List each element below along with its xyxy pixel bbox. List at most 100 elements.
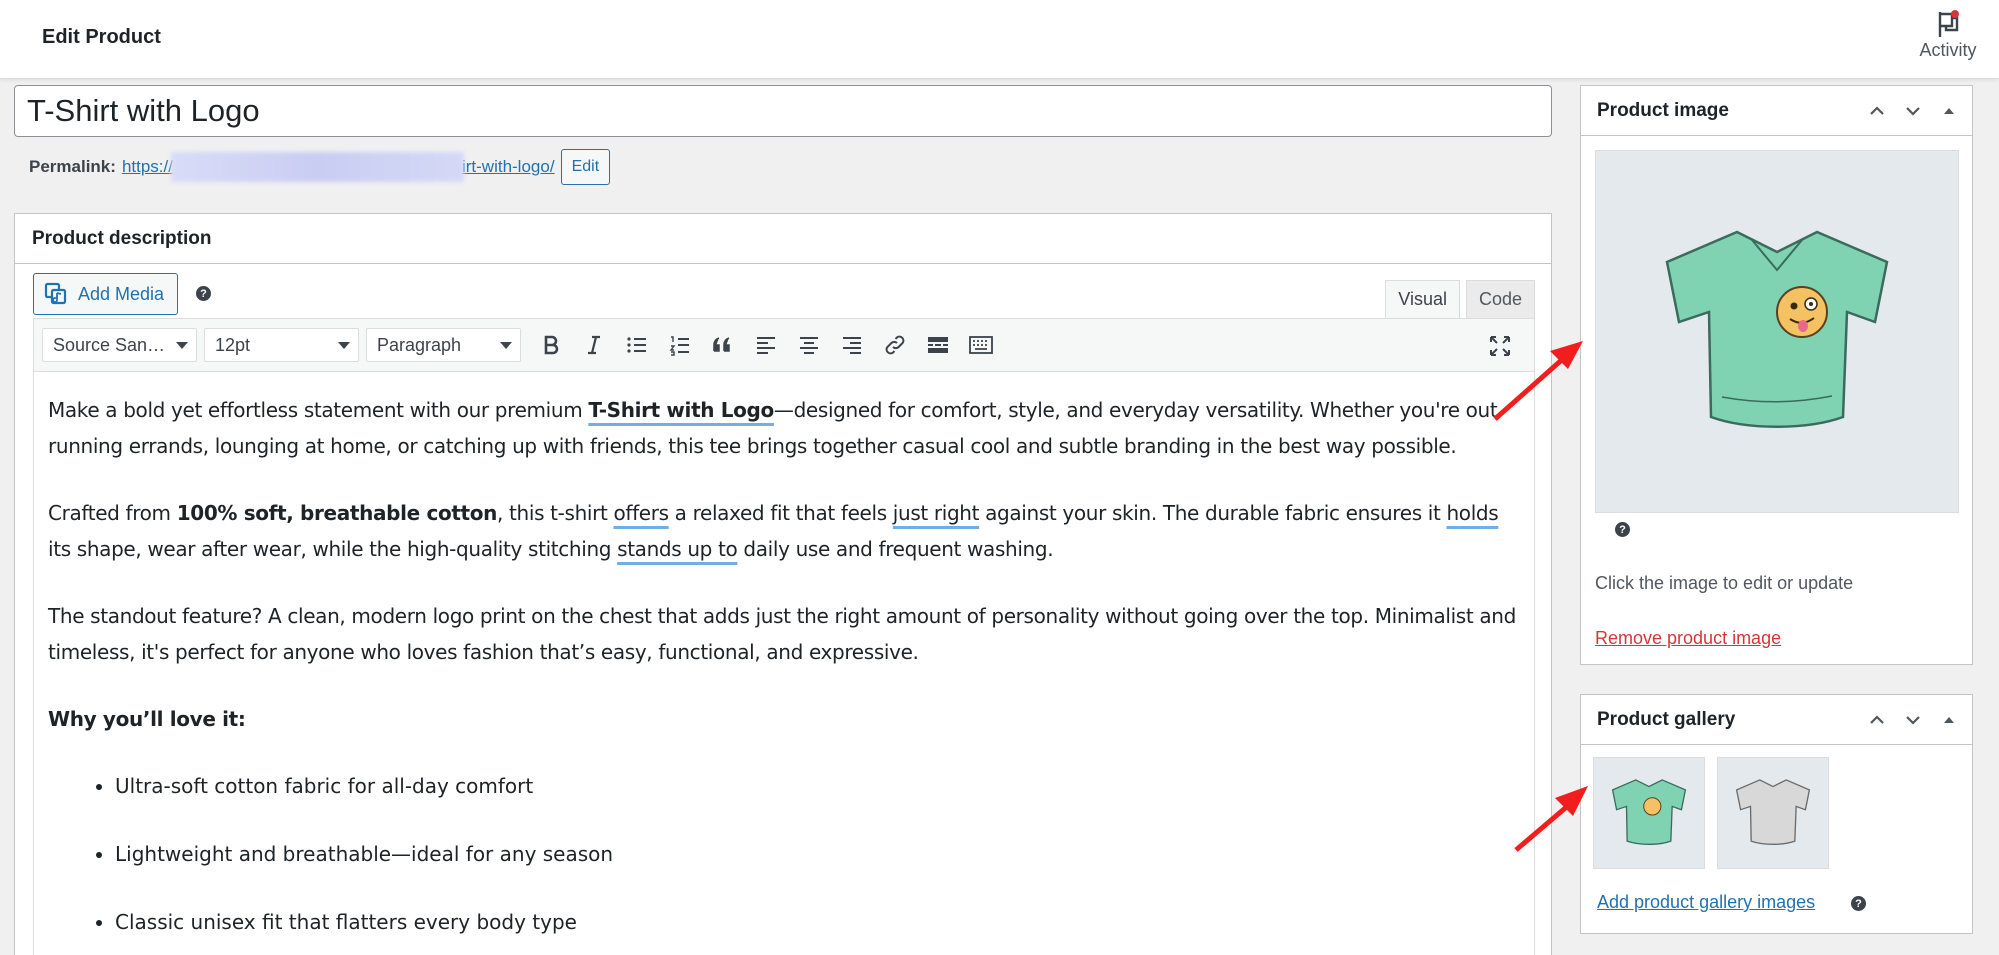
text: Crafted from bbox=[48, 501, 177, 525]
editor-tabs: Visual Code bbox=[1385, 280, 1535, 318]
list-item: Ultra-soft cotton fabric for all-day com… bbox=[115, 768, 1520, 804]
text: against your skin. The durable fabric en… bbox=[979, 501, 1447, 525]
chevron-down-icon bbox=[500, 342, 512, 349]
gallery-thumbnail[interactable] bbox=[1593, 757, 1705, 869]
add-media-button[interactable]: Add Media bbox=[33, 273, 179, 315]
numbered-list-icon bbox=[669, 336, 689, 356]
tab-code[interactable]: Code bbox=[1465, 280, 1535, 318]
bold-button[interactable] bbox=[531, 325, 571, 365]
toggle-panel-button[interactable] bbox=[1936, 98, 1962, 124]
font-family-select[interactable]: Source San… bbox=[42, 328, 197, 362]
tshirt-logo-image bbox=[1665, 230, 1889, 428]
link-icon bbox=[885, 335, 905, 355]
move-up-button[interactable] bbox=[1864, 707, 1890, 733]
triangle-up-icon bbox=[1944, 717, 1954, 723]
spellcheck-word: holds bbox=[1446, 501, 1499, 525]
paragraph-3: The standout feature? A clean, modern lo… bbox=[48, 604, 1516, 664]
font-family-value: Source San… bbox=[53, 334, 166, 355]
add-gallery-images-link[interactable]: Add product gallery images bbox=[1597, 892, 1815, 913]
description-heading: Product description bbox=[15, 214, 1551, 264]
permalink-label: Permalink: bbox=[29, 157, 116, 176]
paragraph-1: Make a bold yet effortless statement wit… bbox=[48, 392, 1520, 464]
font-size-value: 12pt bbox=[215, 334, 251, 355]
list-item: Lightweight and breathable—ideal for any… bbox=[115, 836, 1520, 872]
editor-toolbar: Source San… 12pt Paragraph bbox=[33, 318, 1535, 372]
italic-icon bbox=[588, 335, 600, 355]
bold-text: 100% soft, breathable cotton bbox=[176, 501, 498, 525]
gallery-thumbnail[interactable] bbox=[1717, 757, 1829, 869]
bold-text: T-Shirt with Logo bbox=[588, 398, 774, 422]
product-gallery-heading: Product gallery bbox=[1581, 695, 1972, 745]
chevron-down-icon bbox=[176, 342, 188, 349]
bold-icon bbox=[544, 335, 559, 355]
top-header: Edit Product Activity bbox=[0, 0, 1999, 79]
heading-text: Product image bbox=[1597, 100, 1729, 121]
move-down-button[interactable] bbox=[1900, 707, 1926, 733]
keyboard-icon bbox=[969, 336, 993, 354]
tshirt-logo-image bbox=[1611, 779, 1687, 846]
align-center-icon bbox=[800, 337, 818, 354]
activity-button[interactable]: Activity bbox=[1913, 10, 1983, 70]
why-heading: Why you’ll love it: bbox=[48, 707, 246, 731]
flag-icon bbox=[1935, 10, 1961, 38]
media-icon bbox=[44, 282, 67, 305]
align-left-button[interactable] bbox=[746, 325, 786, 365]
insert-link-button[interactable] bbox=[875, 325, 915, 365]
product-image-heading: Product image bbox=[1581, 86, 1972, 136]
product-gallery-box: Product gallery Add product gallery imag… bbox=[1580, 694, 1973, 934]
font-size-select[interactable]: 12pt bbox=[204, 328, 359, 362]
align-center-button[interactable] bbox=[789, 325, 829, 365]
activity-label: Activity bbox=[1919, 40, 1977, 60]
chevron-up-icon bbox=[1870, 106, 1884, 115]
bulleted-list-icon bbox=[627, 337, 646, 353]
remove-product-image-link[interactable]: Remove product image bbox=[1595, 628, 1781, 649]
align-left-icon bbox=[757, 337, 775, 354]
chevron-down-icon bbox=[338, 342, 350, 349]
tab-visual[interactable]: Visual bbox=[1385, 280, 1460, 318]
permalink-redacted bbox=[170, 152, 464, 182]
page-title: Edit Product bbox=[42, 26, 161, 48]
feature-list: Ultra-soft cotton fabric for all-day com… bbox=[115, 768, 1520, 940]
permalink-url-start: https:// bbox=[121, 157, 173, 176]
product-image-box: Product image ? Click the image to edit … bbox=[1580, 85, 1973, 665]
fullscreen-icon bbox=[1490, 336, 1510, 356]
add-media-label: Add Media bbox=[78, 283, 165, 304]
product-image[interactable] bbox=[1595, 150, 1959, 513]
permalink-row: Permalink: https:// irt-with-logo/ Edit bbox=[29, 149, 611, 185]
permalink-link[interactable]: https:// irt-with-logo/ bbox=[122, 152, 555, 182]
box-controls bbox=[1864, 98, 1962, 124]
text: a relaxed fit that feels bbox=[668, 501, 893, 525]
text: Make a bold yet effortless statement wit… bbox=[48, 398, 589, 422]
read-more-button[interactable] bbox=[918, 325, 958, 365]
permalink-url-end: irt-with-logo/ bbox=[461, 157, 555, 176]
permalink-edit-button[interactable]: Edit bbox=[560, 149, 611, 185]
toolbar-toggle-button[interactable] bbox=[961, 325, 1001, 365]
align-right-icon bbox=[843, 337, 861, 354]
notification-dot bbox=[1951, 10, 1959, 18]
blockquote-button[interactable] bbox=[703, 325, 743, 365]
italic-button[interactable] bbox=[574, 325, 614, 365]
help-icon[interactable]: ? bbox=[1851, 896, 1866, 911]
paragraph-2: Crafted from 100% soft, breathable cotto… bbox=[48, 495, 1520, 567]
box-controls bbox=[1864, 707, 1962, 733]
product-title-input[interactable] bbox=[14, 85, 1552, 137]
text: its shape, wear after wear, while the hi… bbox=[48, 537, 618, 561]
move-up-button[interactable] bbox=[1864, 98, 1890, 124]
chevron-down-icon bbox=[1906, 716, 1920, 725]
align-right-button[interactable] bbox=[832, 325, 872, 365]
read-more-icon bbox=[928, 337, 948, 353]
format-value: Paragraph bbox=[377, 334, 462, 355]
help-icon[interactable]: ? bbox=[196, 286, 211, 301]
toggle-panel-button[interactable] bbox=[1936, 707, 1962, 733]
help-icon[interactable]: ? bbox=[1615, 522, 1630, 537]
fullscreen-button[interactable] bbox=[1480, 326, 1520, 366]
bulleted-list-button[interactable] bbox=[617, 325, 657, 365]
spellcheck-word: just right bbox=[892, 501, 980, 525]
product-description-box: Product description Add Media ? Visual C… bbox=[14, 213, 1552, 955]
numbered-list-button[interactable] bbox=[660, 325, 700, 365]
format-select[interactable]: Paragraph bbox=[366, 328, 521, 362]
editor-content[interactable]: Make a bold yet effortless statement wit… bbox=[33, 372, 1535, 955]
list-item: Classic unisex fit that flatters every b… bbox=[115, 904, 1520, 940]
spellcheck-word: offers bbox=[613, 501, 670, 525]
move-down-button[interactable] bbox=[1900, 98, 1926, 124]
